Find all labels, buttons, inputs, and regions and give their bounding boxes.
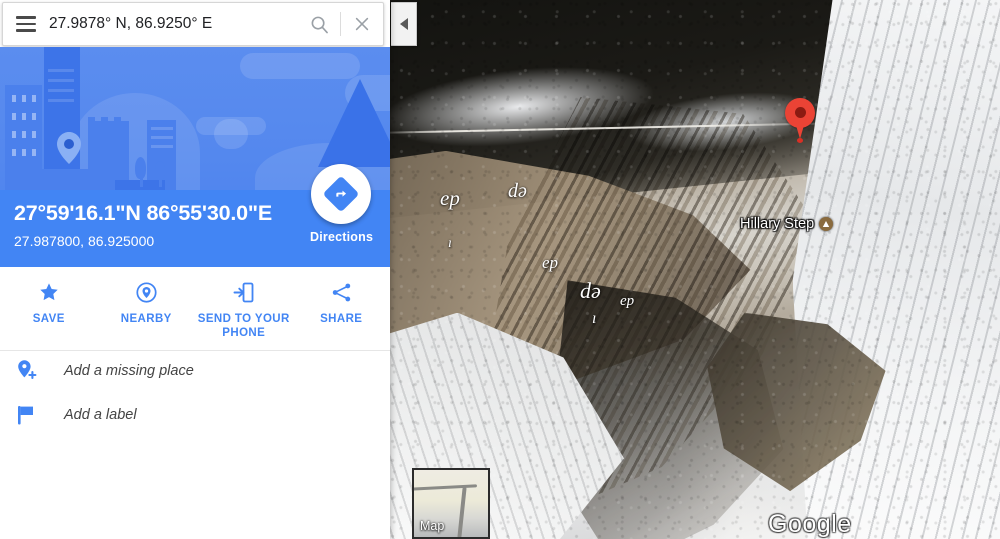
window-dot <box>32 95 36 102</box>
mountain-shape <box>318 79 390 167</box>
flag-icon <box>16 403 46 427</box>
collapse-panel-button[interactable] <box>391 2 417 46</box>
window-dot <box>32 113 36 120</box>
search-input[interactable] <box>49 15 298 33</box>
share-label: SHARE <box>320 313 363 325</box>
add-place-pin-icon <box>16 359 46 383</box>
window-band <box>151 145 173 148</box>
star-icon <box>38 279 60 305</box>
nearby-button[interactable]: NEARBY <box>98 267 196 350</box>
window-dot <box>32 131 36 138</box>
save-button[interactable]: SAVE <box>0 267 98 350</box>
castle-merlon <box>114 117 121 127</box>
cloud-shape <box>214 119 248 149</box>
illustration-map-pin-icon <box>56 131 82 170</box>
hamburger-bar <box>16 16 36 19</box>
map-poi-hillary-step[interactable]: Hillary Step <box>740 216 834 232</box>
hamburger-menu-icon[interactable] <box>3 2 49 46</box>
place-action-row: SAVE NEARBY SEND TO YOUR PHONE SHARE <box>0 267 390 351</box>
send-to-phone-button[interactable]: SEND TO YOUR PHONE <box>195 267 293 350</box>
window-dot <box>22 149 26 156</box>
search-bar <box>2 2 384 46</box>
thumbnail-road-vertical <box>457 487 467 537</box>
satellite-terrain-imagery <box>390 0 1000 539</box>
mountain-peak-icon <box>819 217 834 231</box>
google-attribution-logo: Google <box>768 510 852 538</box>
add-label-link[interactable]: Add a label <box>0 400 390 430</box>
window-dot <box>12 149 16 156</box>
castle-merlon <box>101 117 108 127</box>
directions-button[interactable] <box>311 164 371 224</box>
window-band <box>48 79 74 82</box>
send-to-phone-icon <box>232 279 255 305</box>
basemap-toggle-label: Map <box>420 519 445 533</box>
marker-base-dot <box>797 138 803 143</box>
google-maps-app: ep də ep də ep ı ı Hillary Step Map Goog… <box>0 0 1000 539</box>
map-poi-label: Hillary Step <box>740 216 815 232</box>
place-details-panel: 27°59'16.1"N 86°55'30.0"E 27.987800, 86.… <box>0 0 390 539</box>
map-canvas[interactable]: ep də ep də ep ı ı Hillary Step Map Goog… <box>390 0 1000 539</box>
tree-trunk <box>140 173 143 187</box>
share-button[interactable]: SHARE <box>293 267 391 350</box>
basemap-toggle-thumbnail[interactable]: Map <box>412 468 490 539</box>
coordinates-decimal: 27.987800, 86.925000 <box>14 233 155 249</box>
add-label-label: Add a label <box>64 407 137 423</box>
directions-arrow-icon <box>322 175 360 213</box>
contribute-links: Add a missing place Add a label <box>0 356 390 430</box>
directions-label: Directions <box>310 230 374 244</box>
window-dot <box>22 131 26 138</box>
hamburger-bar <box>16 29 36 32</box>
window-dot <box>12 113 16 120</box>
directions-button-group[interactable]: Directions <box>310 164 374 244</box>
share-icon <box>330 279 353 305</box>
save-label: SAVE <box>32 313 65 325</box>
window-dot <box>12 95 16 102</box>
terrain-texture-noise <box>390 0 1000 539</box>
window-dot <box>32 149 36 156</box>
cloud-shape <box>240 53 360 79</box>
nearby-label: NEARBY <box>120 313 172 325</box>
window-dot <box>22 95 26 102</box>
hamburger-bar <box>16 22 36 26</box>
window-band <box>151 127 173 130</box>
coordinates-dms: 27°59'16.1"N 86°55'30.0"E <box>14 201 272 225</box>
building-row <box>20 169 95 190</box>
castle-merlon <box>88 117 95 127</box>
send-to-phone-label: SEND TO YOUR PHONE <box>197 313 290 339</box>
marker-tail <box>794 118 806 139</box>
nearby-pin-icon <box>135 279 158 305</box>
search-icon <box>311 16 328 33</box>
add-missing-place-label: Add a missing place <box>64 363 194 379</box>
marker-center-dot <box>795 107 806 118</box>
close-icon <box>355 17 369 31</box>
tree-trunk <box>159 175 162 187</box>
window-band <box>48 99 74 102</box>
window-band <box>151 136 173 139</box>
window-band <box>48 89 74 92</box>
map-marker-pin[interactable] <box>785 98 815 144</box>
window-dot <box>12 131 16 138</box>
add-missing-place-link[interactable]: Add a missing place <box>0 356 390 386</box>
window-dot <box>22 113 26 120</box>
clear-search-button[interactable] <box>341 2 383 46</box>
collapse-left-arrow-icon <box>399 18 408 30</box>
window-band <box>48 69 74 72</box>
search-button[interactable] <box>298 2 340 46</box>
